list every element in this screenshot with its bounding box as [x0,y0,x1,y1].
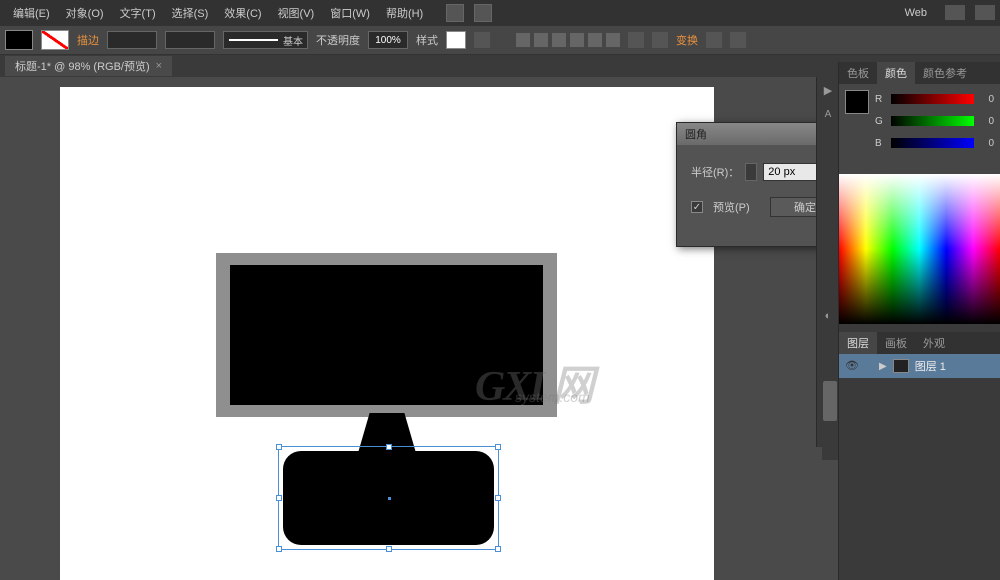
style-label: 样式 [416,32,438,48]
visibility-icon[interactable]: 👁 [845,359,859,373]
document-tab[interactable]: 标题-1* @ 98% (RGB/预览) × [5,56,172,76]
transform-label[interactable]: 变换 [676,32,698,48]
expand-strip-icon[interactable]: ▶ [817,79,839,101]
r-slider[interactable] [891,94,974,104]
align-center-icon[interactable] [534,33,548,47]
transform-icon-1[interactable] [706,32,722,48]
selection-handle-mr[interactable] [495,495,501,501]
artboards-tab[interactable]: 画板 [877,332,915,354]
menu-select[interactable]: 选择(S) [164,5,217,21]
menu-view[interactable]: 视图(V) [270,5,323,21]
color-spectrum[interactable] [839,174,1000,324]
selection-center-point [388,497,391,500]
menu-text[interactable]: 文字(T) [112,5,164,21]
g-label: G [875,116,885,127]
transform-icon-2[interactable] [730,32,746,48]
color-guide-tab[interactable]: 颜色参考 [915,62,975,84]
preview-label: 预览(P) [713,199,750,215]
maximize-icon[interactable] [975,5,995,20]
menu-help[interactable]: 帮助(H) [378,5,431,21]
appearance-tab[interactable]: 外观 [915,332,953,354]
radius-label: 半径(R)： [691,164,739,180]
menu-window[interactable]: 窗口(W) [322,5,378,21]
menu-edit[interactable]: 编辑(E) [5,5,58,21]
g-value: 0 [980,116,994,127]
align-right-icon[interactable] [552,33,566,47]
right-panel-dock: 色板 颜色 颜色参考 R 0 G 0 B 0 [838,62,1000,580]
opacity-field[interactable]: 100% [368,31,408,49]
r-label: R [875,94,885,105]
selection-bounding-box[interactable] [278,446,499,550]
preview-checkbox[interactable]: ✓ [691,201,703,213]
workspace-switcher[interactable]: Web [897,7,935,19]
graphic-style-swatch[interactable] [446,31,466,49]
layers-panel-tabs: 图层 画板 外观 [839,332,1000,354]
align-middle-icon[interactable] [588,33,602,47]
color-panel-tabs: 色板 颜色 颜色参考 [839,62,1000,84]
radius-spinner[interactable] [745,163,757,181]
stroke-label: 描边 [77,32,99,48]
selection-handle-ml[interactable] [276,495,282,501]
layout-icon-2[interactable] [474,4,492,22]
stroke-color-swatch[interactable] [41,30,69,50]
expand-layer-icon[interactable]: ▶ [879,361,887,372]
align-bottom-icon[interactable] [606,33,620,47]
b-slider[interactable] [891,138,974,148]
b-value: 0 [980,138,994,149]
swatches-tab[interactable]: 色板 [839,62,877,84]
stroke-profile[interactable]: 基本 [223,31,308,49]
color-sliders-panel: R 0 G 0 B 0 [839,84,1000,174]
stroke-weight[interactable] [107,31,157,49]
shape-mode-icon[interactable] [628,32,644,48]
document-tab-title: 标题-1* @ 98% (RGB/预览) [15,58,150,74]
selection-handle-bm[interactable] [386,546,392,552]
opacity-label: 不透明度 [316,32,360,48]
menu-object[interactable]: 对象(O) [58,5,112,21]
panel-scrollbar[interactable] [822,380,838,460]
color-tab[interactable]: 颜色 [877,62,915,84]
b-label: B [875,138,885,149]
menubar: 编辑(E) 对象(O) 文字(T) 选择(S) 效果(C) 视图(V) 窗口(W… [0,0,1000,25]
align-group [516,33,620,47]
scroll-thumb[interactable] [823,381,837,421]
minimize-icon[interactable] [945,5,965,20]
control-toolbar: 描边 基本 不透明度 100% 样式 变换 [0,25,1000,55]
watermark-subtext: system.com [515,389,590,405]
selection-handle-br[interactable] [495,546,501,552]
align-left-icon[interactable] [516,33,530,47]
layer-name[interactable]: 图层 1 [915,358,946,374]
layer-row[interactable]: 👁 ▶ 图层 1 [839,354,1000,378]
g-slider[interactable] [891,116,974,126]
profile-label: 基本 [283,33,307,48]
r-value: 0 [980,94,994,105]
close-tab-icon[interactable]: × [156,60,162,72]
fill-stroke-mini-swatch[interactable] [845,90,869,114]
selection-handle-bl[interactable] [276,546,282,552]
menu-effect[interactable]: 效果(C) [216,5,269,21]
layers-tab[interactable]: 图层 [839,332,877,354]
selection-handle-tr[interactable] [495,444,501,450]
panel-icon-a[interactable]: A [817,103,839,125]
layout-icon-1[interactable] [446,4,464,22]
layer-thumbnail [893,359,909,373]
stroke-width-field[interactable] [165,31,215,49]
selection-handle-tm[interactable] [386,444,392,450]
fill-color-swatch[interactable] [5,30,33,50]
selection-handle-tl[interactable] [276,444,282,450]
align-top-icon[interactable] [570,33,584,47]
recolor-icon[interactable] [474,32,490,48]
layers-panel-body: 👁 ▶ 图层 1 [839,354,1000,378]
isolate-icon[interactable] [652,32,668,48]
artboard[interactable]: GXI 网 system.com [60,87,714,580]
panel-icon-spectrum[interactable]: ◐ [817,305,839,327]
